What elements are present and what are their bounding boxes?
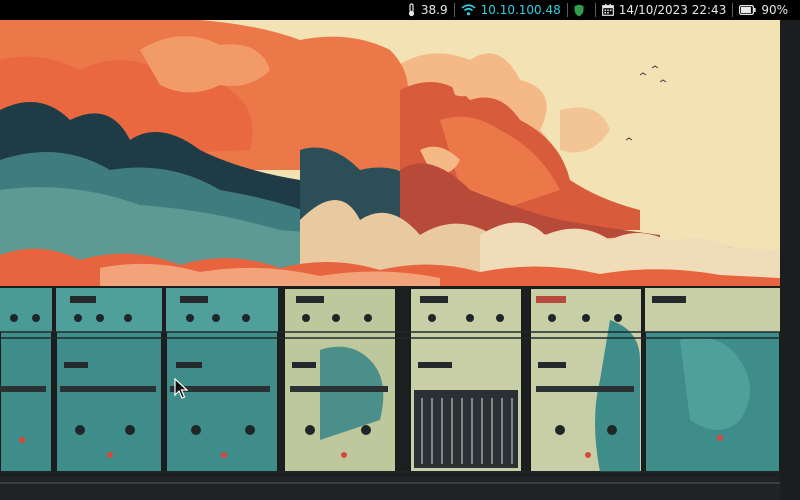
battery-icon: [739, 5, 756, 15]
wifi-icon: [461, 4, 476, 16]
ip-address: 10.10.100.48: [480, 3, 561, 17]
temperature-value: 38.9: [420, 3, 448, 17]
mouse-cursor-icon: [174, 378, 188, 399]
network-indicator[interactable]: 10.10.100.48: [455, 0, 567, 20]
desktop-wallpaper: [0, 20, 800, 500]
status-bar: 38.9 10.10.100.48 14/10/2023 22:43 90%: [0, 0, 800, 20]
calendar-icon: [601, 4, 614, 16]
battery-value: 90%: [761, 3, 788, 17]
wallpaper-control-panels: [0, 286, 781, 500]
thermometer-icon: [408, 3, 414, 17]
datetime-indicator[interactable]: 14/10/2023 22:43: [596, 0, 733, 20]
vpn-indicator[interactable]: [568, 0, 595, 20]
datetime-value: 14/10/2023 22:43: [618, 3, 727, 17]
battery-indicator[interactable]: 90%: [733, 0, 794, 20]
temperature-indicator[interactable]: 38.9: [401, 0, 454, 20]
shield-icon: [574, 4, 584, 16]
